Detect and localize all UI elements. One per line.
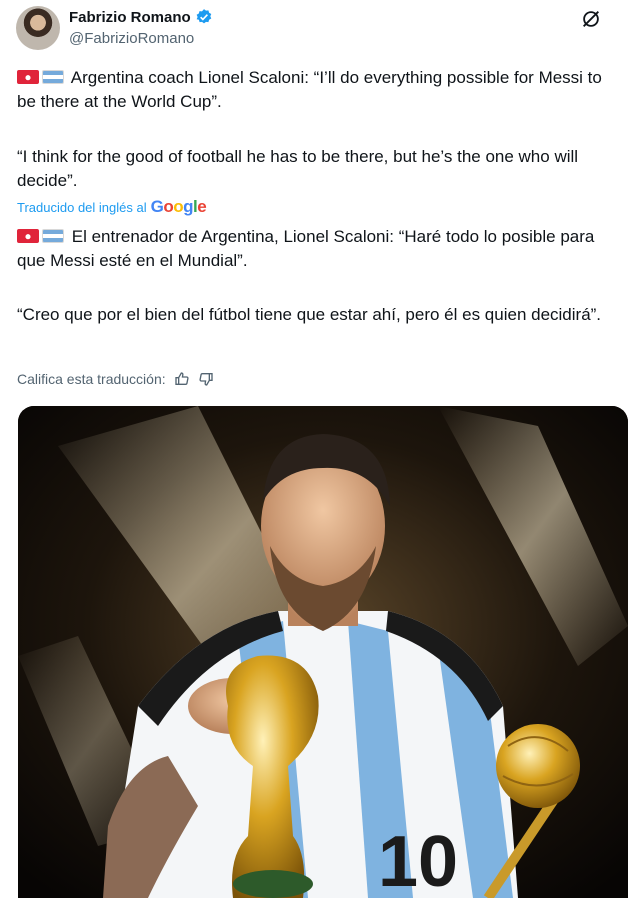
grok-icon[interactable] [580,8,602,30]
author-handle[interactable]: @FabrizioRomano [69,30,194,47]
svg-text:10: 10 [378,822,458,898]
argentina-flag-icon [42,70,64,84]
argentina-flag-icon [42,229,64,243]
rotating-light-icon [17,229,39,243]
rotating-light-icon [17,70,39,84]
translated-by-google[interactable]: Traducido del inglés al Google [17,197,207,217]
messi-world-cup-photo: 10 [18,406,628,898]
tweet-photo[interactable]: 10 [18,406,628,898]
google-logo: Google [150,197,207,216]
thumbs-up-icon[interactable] [174,371,190,387]
author-name-text: Fabrizio Romano [69,8,191,26]
translated-label: Traducido del inglés al [17,199,147,215]
rate-translation: Califica esta traducción: [17,371,214,387]
tweet-original-paragraph-1: Argentina coach Lionel Scaloni: “I’ll do… [17,68,602,111]
tweet-translation-paragraph-1: El entrenador de Argentina, Lionel Scalo… [17,227,595,270]
tweet-translation-paragraph-2: “Creo que por el bien del fútbol tiene q… [17,305,602,324]
avatar[interactable] [16,6,60,50]
verified-badge-icon [196,9,211,24]
tweet-original-paragraph-2: “I think for the good of football he has… [17,147,579,190]
author-name[interactable]: Fabrizio Romano [69,8,213,26]
thumbs-down-icon[interactable] [198,371,214,387]
rate-label: Califica esta traducción: [17,371,166,387]
